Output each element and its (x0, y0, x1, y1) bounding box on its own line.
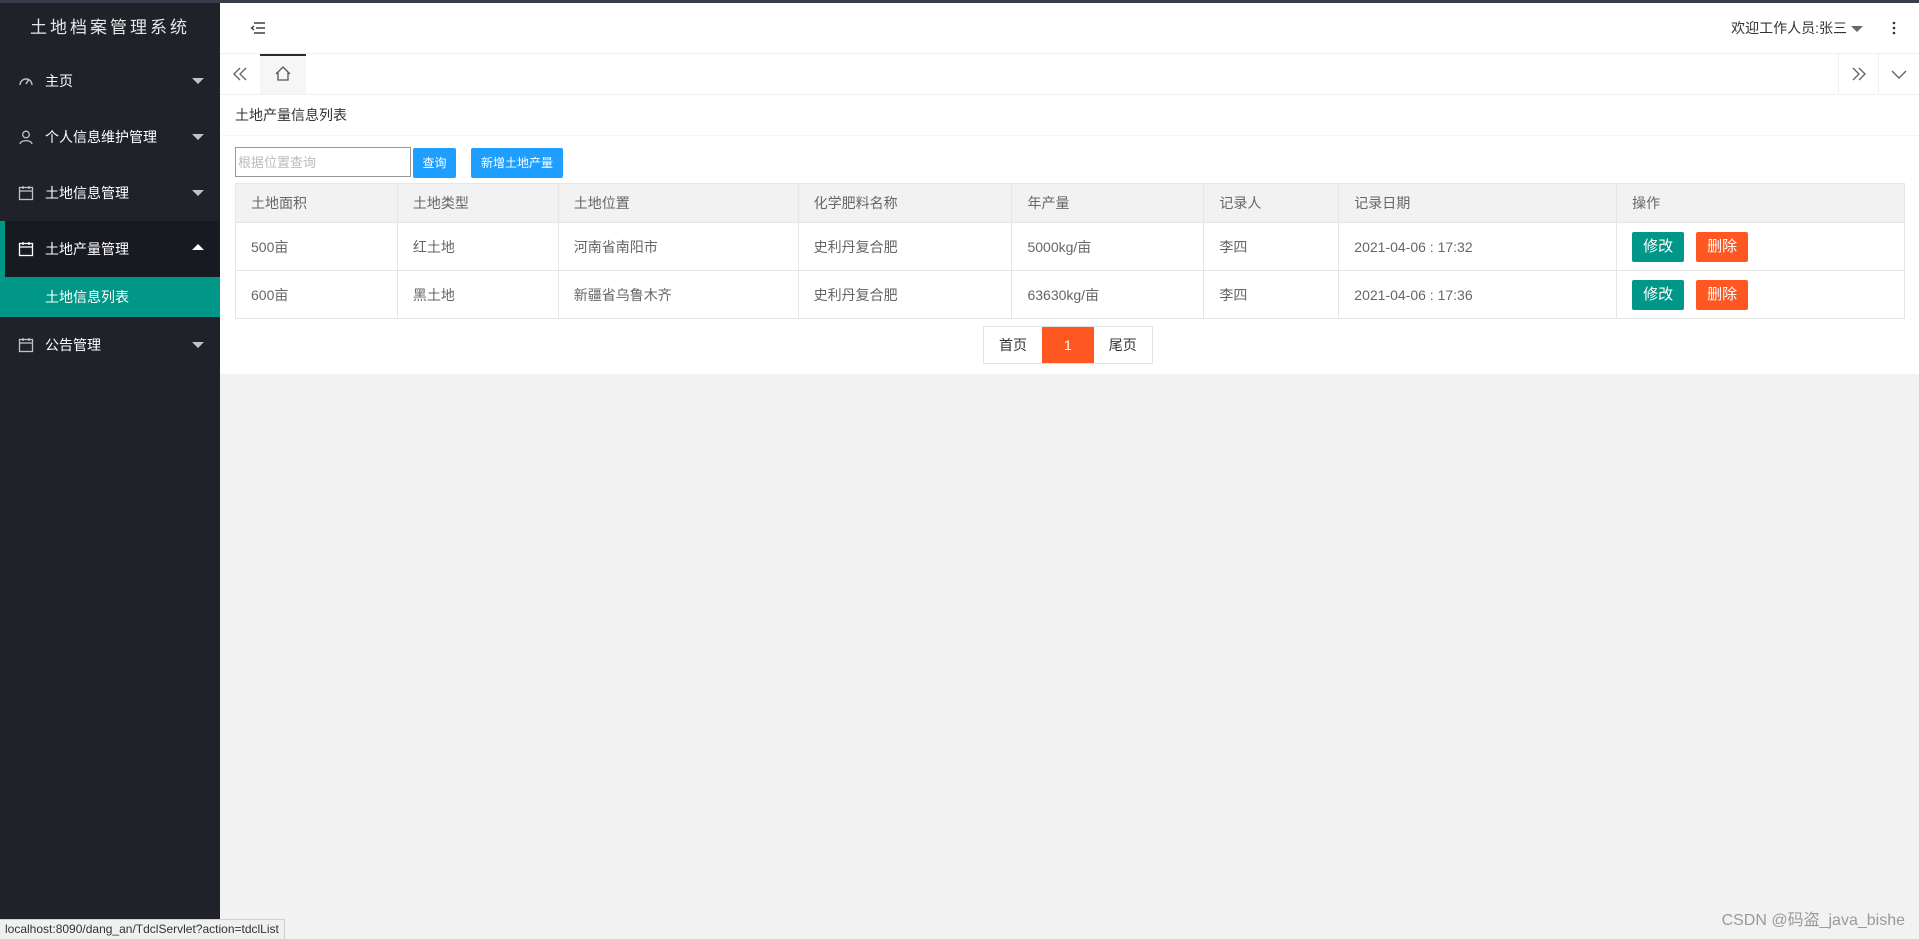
delete-button[interactable]: 删除 (1696, 279, 1749, 310)
column-header: 操作 (1616, 183, 1905, 223)
welcome-text: 欢迎工作人员:张三 (1731, 20, 1847, 36)
add-yield-button[interactable]: 新增土地产量 (471, 148, 563, 178)
sidebar: 土地档案管理系统 主页 个人信息维护管理 土地信息管理 土地产量管理 土地信息列… (0, 3, 220, 939)
sidebar-item-label: 土地信息管理 (45, 185, 129, 201)
tab-scroll-left-button[interactable] (220, 54, 260, 94)
table-row: 500亩 红土地 河南省南阳市 史利丹复合肥 5000kg/亩 李四 2021-… (235, 222, 1905, 271)
search-input[interactable] (235, 147, 411, 177)
current-page[interactable]: 1 (1042, 327, 1094, 363)
column-header: 土地位置 (557, 183, 799, 223)
sidebar-item-land-info[interactable]: 土地信息管理 (0, 165, 220, 221)
sidebar-item-label: 公告管理 (45, 337, 101, 353)
cell-recorder: 李四 (1203, 270, 1340, 319)
column-header: 记录人 (1203, 183, 1340, 223)
last-page-button[interactable]: 尾页 (1094, 327, 1152, 363)
sidebar-item-home[interactable]: 主页 (0, 53, 220, 109)
more-vertical-icon[interactable] (1891, 20, 1897, 36)
cell-date: 2021-04-06 : 17:32 (1338, 222, 1618, 271)
cell-yield: 63630kg/亩 (1011, 270, 1205, 319)
calendar-icon (18, 242, 34, 257)
sidebar-item-label: 土地产量管理 (45, 241, 129, 257)
first-page-button[interactable]: 首页 (984, 327, 1042, 363)
table-row: 600亩 黑土地 新疆省乌鲁木齐 史利丹复合肥 63630kg/亩 李四 202… (235, 270, 1905, 319)
cell-type: 红土地 (396, 222, 559, 271)
double-chevron-left-icon (233, 67, 247, 81)
column-header: 年产量 (1011, 183, 1205, 223)
cell-fertilizer: 史利丹复合肥 (797, 270, 1013, 319)
cell-actions: 修改 删除 (1616, 222, 1905, 271)
edit-button[interactable]: 修改 (1632, 231, 1685, 262)
calendar-icon (18, 338, 34, 353)
column-header: 土地面积 (235, 183, 398, 223)
sidebar-item-personal-info[interactable]: 个人信息维护管理 (0, 109, 220, 165)
browser-status-url: localhost:8090/dang_an/TdclServlet?actio… (0, 919, 285, 939)
chevron-down-icon (192, 78, 204, 84)
column-header: 记录日期 (1338, 183, 1618, 223)
cell-area: 600亩 (235, 270, 398, 319)
double-chevron-right-icon (1852, 67, 1866, 81)
tab-bar (220, 54, 1919, 95)
chevron-down-icon (192, 190, 204, 196)
table-header-row: 土地面积 土地类型 土地位置 化学肥料名称 年产量 记录人 记录日期 操作 (235, 183, 1905, 223)
tab-scroll-right-button[interactable] (1838, 54, 1879, 94)
column-header: 化学肥料名称 (797, 183, 1013, 223)
cell-date: 2021-04-06 : 17:36 (1338, 270, 1618, 319)
delete-button[interactable]: 删除 (1696, 231, 1749, 262)
app-title: 土地档案管理系统 (30, 18, 190, 37)
chevron-down-icon (192, 134, 204, 140)
cell-recorder: 李四 (1203, 222, 1340, 271)
cell-location: 河南省南阳市 (557, 222, 799, 271)
caret-down-icon (1851, 26, 1863, 33)
cell-fertilizer: 史利丹复合肥 (797, 222, 1013, 271)
home-icon (275, 66, 291, 81)
user-icon (19, 130, 33, 145)
tab-options-button[interactable] (1878, 54, 1919, 94)
sidebar-item-label: 主页 (45, 73, 73, 89)
cell-location: 新疆省乌鲁木齐 (557, 270, 799, 319)
watermark: CSDN @码盗_java_bishe (1721, 912, 1905, 929)
sidebar-item-label: 个人信息维护管理 (45, 129, 157, 145)
calendar-icon (18, 186, 34, 201)
chevron-down-icon (192, 342, 204, 348)
column-header: 土地类型 (396, 183, 559, 223)
menu-toggle-icon[interactable] (250, 20, 266, 36)
sidebar-item-announcements[interactable]: 公告管理 (0, 317, 220, 373)
page-title: 土地产量信息列表 (220, 95, 1919, 136)
sidebar-subitem-label: 土地信息列表 (45, 289, 129, 305)
chevron-down-icon (1891, 70, 1907, 79)
cell-yield: 5000kg/亩 (1011, 222, 1205, 271)
cell-type: 黑土地 (396, 270, 559, 319)
dashboard-icon (19, 78, 33, 86)
pagination: 首页 1 尾页 (983, 326, 1153, 364)
sidebar-subitem-land-list[interactable]: 土地信息列表 (0, 277, 220, 317)
user-menu[interactable]: 欢迎工作人员:张三 (1731, 3, 1863, 53)
edit-button[interactable]: 修改 (1632, 279, 1685, 310)
sidebar-item-land-yield[interactable]: 土地产量管理 (0, 221, 220, 277)
cell-area: 500亩 (235, 222, 398, 271)
chevron-up-icon (192, 244, 204, 250)
tab-home[interactable] (260, 54, 306, 94)
top-header: 欢迎工作人员:张三 (220, 3, 1919, 54)
query-button[interactable]: 查询 (413, 148, 456, 178)
yield-table: 土地面积 土地类型 土地位置 化学肥料名称 年产量 记录人 记录日期 操作 50… (235, 183, 1905, 319)
cell-actions: 修改 删除 (1616, 270, 1905, 319)
